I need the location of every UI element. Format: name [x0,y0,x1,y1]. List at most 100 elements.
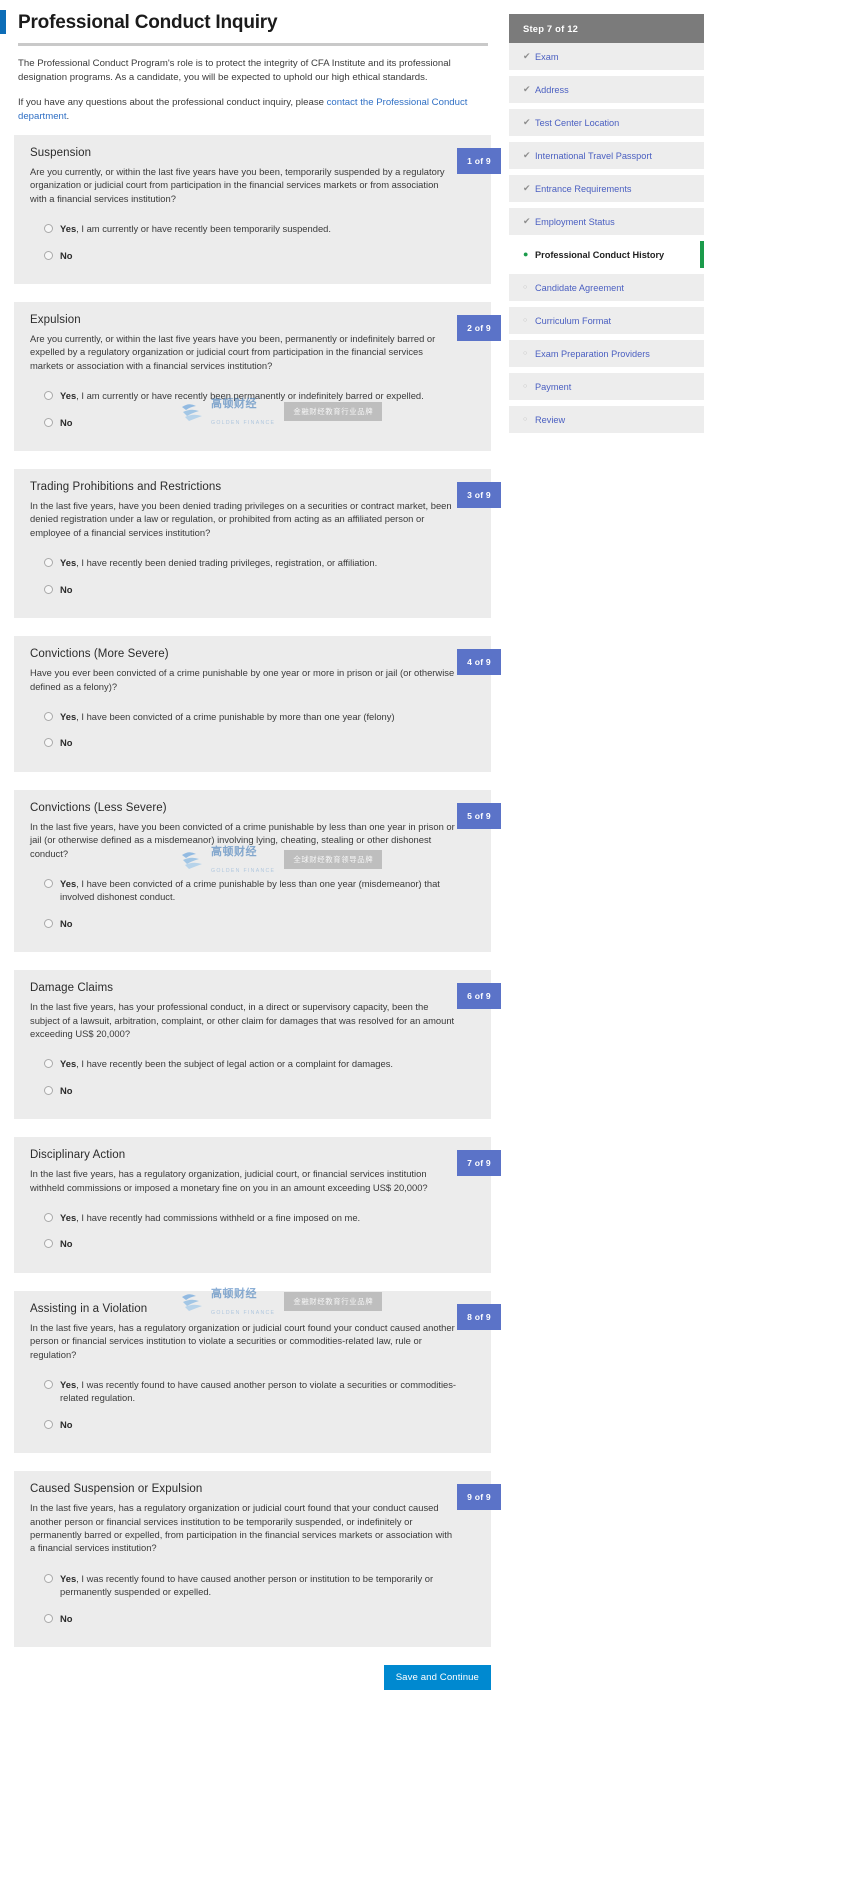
radio-option-yes[interactable]: Yes, I have recently been denied trading… [44,556,477,569]
question-card: 8 of 9 Assisting in a Violation In the las… [14,1290,501,1454]
answer-options: Yes, I have recently been the subject of… [30,1057,477,1097]
circle-icon: ○ [523,383,528,390]
radio-option-yes[interactable]: Yes, I have recently been the subject of… [44,1057,477,1070]
radio-icon-no[interactable] [44,1085,53,1095]
radio-icon-yes[interactable] [44,1380,53,1390]
save-and-continue-button[interactable]: Save and Continue [383,1665,491,1691]
question-number-badge: 7 of 9 [457,1150,501,1177]
sidebar-item-label: Curriculum Format [535,315,612,326]
sidebar-item-employment-status[interactable]: ✔ Employment Status [509,208,704,235]
radio-label-yes: Yes, I have recently been the subject of… [60,1057,465,1070]
sidebar-item-professional-conduct-history[interactable]: ● Professional Conduct History [509,241,704,268]
radio-icon-no[interactable] [44,918,53,928]
intro-prefix: If you have any questions about the prof… [18,97,327,108]
sidebar-item-payment[interactable]: ○ Payment [509,373,704,400]
sidebar-item-label: Exam [535,51,559,62]
answer-options: Yes, I have recently had commissions wit… [30,1211,477,1251]
yes-keyword: Yes [60,710,77,722]
question-heading: Trading Prohibitions and Restrictions [30,481,222,494]
radio-option-no[interactable]: No [44,917,477,930]
radio-label-yes: Yes, I am currently or have recently bee… [60,389,465,402]
radio-icon-yes[interactable] [44,1213,53,1222]
radio-label-yes: Yes, I am currently or have recently bee… [60,222,465,235]
radio-label-no: No [60,249,465,262]
sidebar-item-international-travel-passport[interactable]: ✔ International Travel Passport [509,142,704,169]
yes-detail: , I have recently had commissions withhe… [76,1212,361,1223]
sidebar-item-curriculum-format[interactable]: ○ Curriculum Format [509,307,704,334]
yes-keyword: Yes [60,1572,77,1584]
radio-icon-no[interactable] [44,1239,53,1249]
radio-option-yes[interactable]: Yes, I am currently or have recently bee… [44,389,477,402]
radio-option-no[interactable]: No [44,249,477,262]
radio-option-yes[interactable]: Yes, I have recently had commissions wit… [44,1211,477,1224]
yes-keyword: Yes [60,223,77,235]
sidebar-item-label: Payment [535,381,572,392]
answer-options: Yes, I have recently been denied trading… [30,556,477,596]
step-counter-header: Step 7 of 12 [509,14,704,43]
check-icon: ✔ [523,84,531,94]
radio-label-yes: Yes, I was recently found to have caused… [60,1572,465,1599]
radio-icon-no[interactable] [44,1613,53,1623]
sidebar-item-label: International Travel Passport [535,150,652,161]
radio-option-no[interactable]: No [44,583,477,596]
question-text: In the last five years, has your profess… [30,1001,455,1039]
header-accent-bar [0,10,6,34]
step-navigation-sidebar: Step 7 of 12 ✔ Exam ✔ Address ✔ Test Center L… [509,14,704,439]
sidebar-item-label: Review [535,414,566,425]
radio-option-yes[interactable]: Yes, I am currently or have recently bee… [44,222,477,235]
radio-option-yes[interactable]: Yes, I have been convicted of a crime pu… [44,710,477,723]
answer-options: Yes, I was recently found to have caused… [30,1378,477,1431]
sidebar-item-review[interactable]: ○ Review [509,406,704,433]
yes-keyword: Yes [60,390,77,402]
radio-icon-no[interactable] [44,417,53,427]
radio-label-no: No [60,1237,465,1250]
check-icon: ✔ [523,51,531,61]
question-heading: Convictions (Less Severe) [30,801,167,814]
radio-option-yes[interactable]: Yes, I have been convicted of a crime pu… [44,877,477,904]
sidebar-item-candidate-agreement[interactable]: ○ Candidate Agreement [509,274,704,301]
question-card: 4 of 9 Convictions (More Severe) Have you … [14,636,501,772]
radio-icon-no[interactable] [44,1419,53,1429]
radio-icon-yes[interactable] [44,1059,53,1069]
radio-icon-no[interactable] [44,250,53,260]
question-heading: Caused Suspension or Expulsion [30,1483,203,1496]
yes-detail: , I have been convicted of a crime punis… [76,710,395,722]
radio-icon-yes[interactable] [44,1573,53,1583]
question-heading: Convictions (More Severe) [30,648,169,661]
radio-icon-yes[interactable] [44,391,53,401]
no-keyword: No [60,917,73,929]
sidebar-item-exam[interactable]: ✔ Exam [509,43,704,70]
intro-paragraph-1: The Professional Conduct Program's role … [18,58,451,83]
sidebar-item-entrance-requirements[interactable]: ✔ Entrance Requirements [509,175,704,202]
radio-icon-yes[interactable] [44,711,53,721]
radio-label-yes: Yes, I have recently been denied trading… [60,556,465,569]
sidebar-item-label: Employment Status [535,216,615,227]
question-number-badge: 8 of 9 [457,1303,501,1330]
sidebar-item-address[interactable]: ✔ Address [509,76,704,103]
question-number-badge: 3 of 9 [457,482,501,509]
radio-option-no[interactable]: No [44,1418,477,1431]
question-text: In the last five years, have you been co… [30,820,455,859]
sidebar-item-exam-preparation-providers[interactable]: ○ Exam Preparation Providers [509,340,704,367]
radio-icon-yes[interactable] [44,878,53,888]
answer-options: Yes, I was recently found to have caused… [30,1572,477,1625]
check-icon: ✔ [523,216,531,226]
radio-icon-yes[interactable] [44,558,53,568]
radio-icon-no[interactable] [44,738,53,748]
radio-option-yes[interactable]: Yes, I was recently found to have caused… [44,1572,477,1599]
radio-option-no[interactable]: No [44,416,477,429]
radio-option-yes[interactable]: Yes, I was recently found to have caused… [44,1378,477,1405]
sidebar-item-test-center-location[interactable]: ✔ Test Center Location [509,109,704,136]
radio-option-no[interactable]: No [44,1084,477,1097]
question-card: 6 of 9 Damage Claims In the last five year… [14,970,501,1120]
footer-actions: Save and Continue [14,1665,491,1691]
radio-icon-yes[interactable] [44,224,53,234]
radio-option-no[interactable]: No [44,1612,477,1625]
no-keyword: No [60,1612,73,1624]
question-text: In the last five years, has a regulatory… [30,1502,453,1554]
radio-icon-no[interactable] [44,584,53,594]
radio-option-no[interactable]: No [44,736,477,749]
sidebar-item-label: Address [535,84,569,95]
radio-option-no[interactable]: No [44,1237,477,1250]
circle-icon: ○ [523,317,528,324]
